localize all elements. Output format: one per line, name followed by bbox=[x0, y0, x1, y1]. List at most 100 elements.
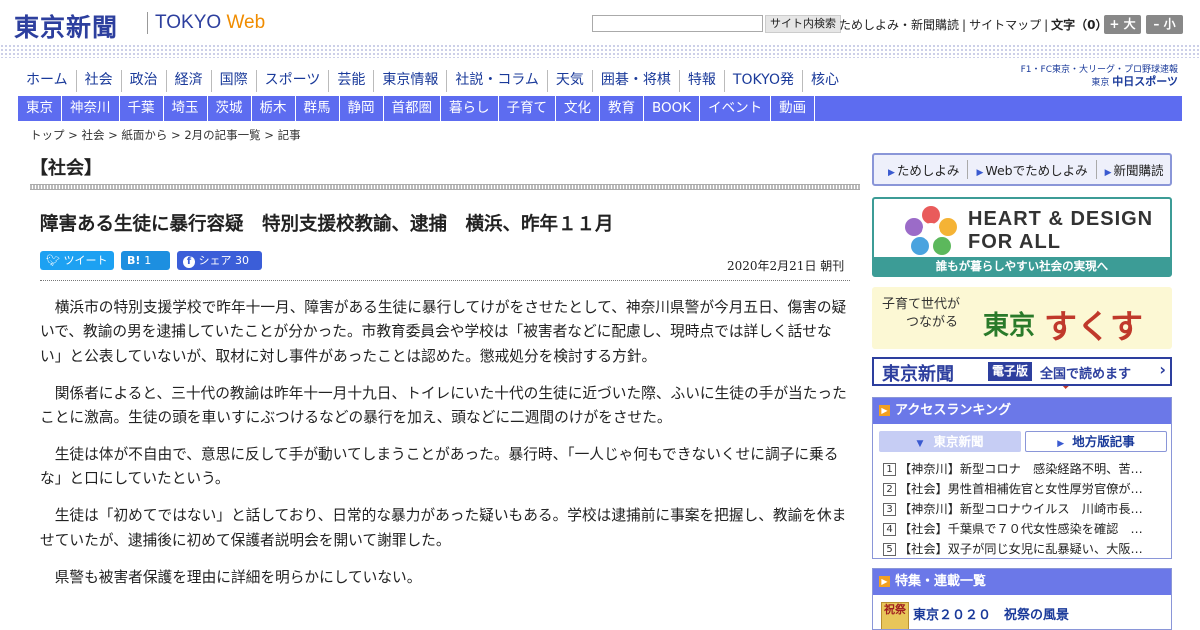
hatena-icon: B! bbox=[127, 254, 141, 267]
web-trial-link[interactable]: ▶ Webでためしよみ bbox=[968, 160, 1097, 179]
logo-divider bbox=[147, 12, 148, 34]
subnav-saitama[interactable]: 埼玉 bbox=[164, 96, 208, 121]
font-larger-button[interactable]: + 大 bbox=[1104, 15, 1141, 34]
subnav-event[interactable]: イベント bbox=[700, 96, 772, 121]
nav-weather[interactable]: 天気 bbox=[548, 70, 593, 92]
subnav-book[interactable]: BOOK bbox=[644, 96, 701, 121]
subnav-kanagawa[interactable]: 神奈川 bbox=[62, 96, 120, 121]
section-title: 【社会】 bbox=[30, 158, 102, 179]
ranking-item-title: 【社会】双子が同じ女児に乱暴疑い、大阪… bbox=[899, 542, 1143, 556]
nav-economy[interactable]: 経済 bbox=[167, 70, 212, 92]
site-search-button[interactable]: サイト内検索 bbox=[765, 15, 841, 33]
heart-line2: FOR ALL bbox=[968, 231, 1061, 253]
special-item-link[interactable]: 東京２０２０ 祝祭の風景 bbox=[913, 604, 1069, 623]
ranking-item-title: 【神奈川】新型コロナ 感染経路不明、苦… bbox=[899, 462, 1143, 476]
subnav-kurashi[interactable]: 暮らし bbox=[441, 96, 499, 121]
site-logo[interactable]: 東京新聞 bbox=[14, 8, 118, 44]
subnav-chiba[interactable]: 千葉 bbox=[120, 96, 164, 121]
ranking-item[interactable]: 1 【神奈川】新型コロナ 感染経路不明、苦… bbox=[883, 459, 1166, 479]
triangle-right-icon: ▶ bbox=[879, 576, 890, 587]
nav-editorial[interactable]: 社説・コラム bbox=[447, 70, 548, 92]
section-rule bbox=[30, 184, 860, 190]
web-trial-label: Webでためしよみ bbox=[985, 163, 1088, 178]
paragraph: 県警も被害者保護を理由に詳細を明らかにしていない。 bbox=[54, 568, 422, 586]
special-title: 特集・連載一覧 bbox=[895, 574, 987, 589]
facebook-share-button[interactable]: f シェア 30 bbox=[177, 251, 262, 270]
subnav-shizuoka[interactable]: 静岡 bbox=[340, 96, 384, 121]
digital-edition-name: 東京新聞 bbox=[882, 364, 954, 385]
subnav-kyoiku[interactable]: 教育 bbox=[600, 96, 644, 121]
tweet-button[interactable]: 🐦︎ ツイート bbox=[40, 251, 114, 270]
digital-edition-tag: 電子版 bbox=[988, 362, 1033, 381]
ranking-header: ▶ アクセスランキング bbox=[873, 398, 1171, 424]
hatena-bookmark-button[interactable]: B! 1 bbox=[121, 251, 170, 270]
subnav-tochigi[interactable]: 栃木 bbox=[252, 96, 296, 121]
digital-edition-banner[interactable]: 東京新聞 電子版 全国で読めます › bbox=[872, 357, 1172, 386]
access-ranking-panel: ▶ アクセスランキング ▼ 東京新聞 ▶ 地方版記事 1 【神奈川】新型コロナ 感染経路… bbox=[872, 397, 1172, 559]
chunichi-sports-banner[interactable]: F1・FC東京・大リーグ・プロ野球速報 東京 中日スポーツ bbox=[1010, 64, 1178, 89]
tweet-label: ツイート bbox=[63, 254, 108, 267]
site-search-input[interactable] bbox=[592, 15, 763, 32]
tokyo-web-logo[interactable]: TOKYO Web bbox=[155, 12, 265, 34]
sitemap-link[interactable]: サイトマップ bbox=[966, 18, 1044, 32]
triangle-right-icon: ▶ bbox=[976, 168, 984, 178]
special-series-panel: ▶ 特集・連載一覧 祝祭 東京２０２０ 祝祭の風景 bbox=[872, 568, 1172, 630]
trial-read-label: ためしよみ bbox=[896, 163, 960, 178]
paragraph: 生徒は体が不自由で、意思に反して手が動いてしまうことがあった。暴行時、「一人じゃ… bbox=[40, 446, 839, 488]
heart-design-banner[interactable]: HEART & DESIGN FOR ALL 誰もが暮らしやすい社会の実現へ bbox=[872, 197, 1172, 277]
nav-entertainment[interactable]: 芸能 bbox=[329, 70, 375, 92]
nav-tokyo-hatsu[interactable]: TOKYO発 bbox=[725, 70, 803, 92]
font-smaller-button[interactable]: – 小 bbox=[1146, 15, 1183, 34]
chunichi-small: 東京 bbox=[1091, 78, 1110, 88]
special-thumbnail[interactable]: 祝祭 bbox=[881, 602, 909, 629]
tab-local-articles[interactable]: ▶ 地方版記事 bbox=[1025, 431, 1167, 452]
triangle-down-icon: ▼ bbox=[916, 439, 924, 449]
subscribe-link[interactable]: ▶ 新聞購読 bbox=[1097, 160, 1172, 179]
nav-home[interactable]: ホーム bbox=[18, 70, 77, 92]
heart-design-caption: 誰もが暮らしやすい社会の実現へ bbox=[874, 257, 1170, 275]
subnav-video[interactable]: 動画 bbox=[771, 96, 816, 121]
article-title: 障害ある生徒に暴行容疑 特別支援校教諭、逮捕 横浜、昨年１１月 bbox=[40, 214, 614, 235]
tab-tokyo-shimbun[interactable]: ▼ 東京新聞 bbox=[879, 431, 1021, 452]
breadcrumb[interactable]: トップ > 社会 > 紙面から > 2月の記事一覧 > 記事 bbox=[30, 127, 301, 143]
chunichi-main: 中日スポーツ bbox=[1112, 75, 1178, 88]
paragraph: 生徒は「初めてではない」と話しており、日常的な暴力があった疑いもある。学校は逮捕… bbox=[40, 507, 847, 549]
nav-international[interactable]: 国際 bbox=[212, 70, 257, 92]
rank-number: 2 bbox=[883, 483, 896, 496]
nav-sports[interactable]: スポーツ bbox=[257, 70, 330, 92]
sukusuku-tokyo: 東京 bbox=[983, 311, 1036, 341]
trial-read-link[interactable]: ▶ ためしよみ bbox=[880, 160, 969, 179]
facebook-icon: f bbox=[183, 256, 195, 268]
chevron-right-icon: › bbox=[1159, 360, 1166, 379]
ranking-item[interactable]: 3 【神奈川】新型コロナウイルス 川崎市長… bbox=[883, 499, 1166, 519]
ranking-item-title: 【社会】千葉県で７０代女性感染を確認 … bbox=[899, 522, 1143, 536]
logo-sub: TOKYO bbox=[155, 12, 222, 33]
subnav-ibaraki[interactable]: 茨城 bbox=[208, 96, 252, 121]
subnav-gunma[interactable]: 群馬 bbox=[296, 96, 340, 121]
tab-local-label: 地方版記事 bbox=[1072, 434, 1135, 449]
subnav-shutoken[interactable]: 首都圏 bbox=[384, 96, 441, 121]
nav-igo-shogi[interactable]: 囲碁・将棋 bbox=[593, 70, 680, 92]
nav-kakushin[interactable]: 核心 bbox=[803, 70, 847, 92]
paragraph: 関係者によると、三十代の教諭は昨年十一月十九日、トイレにいた十代の生徒に近づいた… bbox=[40, 384, 847, 427]
subnav-tokyo[interactable]: 東京 bbox=[18, 96, 62, 121]
share-label: シェア bbox=[198, 254, 232, 267]
nav-tokuho[interactable]: 特報 bbox=[680, 70, 725, 92]
sukusuku-banner[interactable]: 子育て世代がつながる 東京 すくすく bbox=[872, 287, 1172, 394]
ranking-item[interactable]: 2 【社会】男性首相補佐官と女性厚労官僚が… bbox=[883, 479, 1166, 499]
sukusuku-text1: 子育て世代が bbox=[882, 297, 961, 312]
trial-links-box: ▶ ためしよみ ▶ Webでためしよみ ▶ 新聞購読 bbox=[872, 153, 1172, 186]
rank-number: 1 bbox=[883, 463, 896, 476]
nav-society[interactable]: 社会 bbox=[77, 70, 122, 92]
sukusuku-text2: つながる bbox=[906, 315, 959, 330]
digital-edition-text: 全国で読めます bbox=[1040, 367, 1132, 382]
nav-tokyo-info[interactable]: 東京情報 bbox=[374, 70, 448, 92]
trial-subscribe-link[interactable]: ためしよみ・新聞購読 bbox=[836, 18, 962, 32]
nav-politics[interactable]: 政治 bbox=[122, 70, 167, 92]
heart-design-flower-icon bbox=[905, 206, 957, 255]
ranking-item[interactable]: 5 【社会】双子が同じ女児に乱暴疑い、大阪… bbox=[883, 539, 1166, 559]
ranking-item[interactable]: 4 【社会】千葉県で７０代女性感染を確認 … bbox=[883, 519, 1166, 539]
article-body: 横浜市の特別支援学校で昨年十一月、障害がある生徒に暴行してけがをさせたとして、神… bbox=[40, 296, 852, 603]
subnav-kosodate[interactable]: 子育て bbox=[499, 96, 556, 121]
subnav-bunka[interactable]: 文化 bbox=[556, 96, 600, 121]
